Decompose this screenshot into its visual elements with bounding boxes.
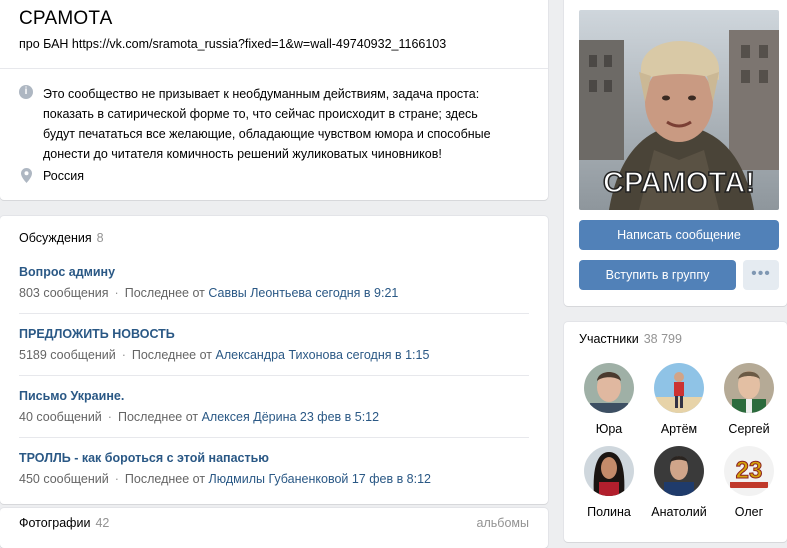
- more-actions-button[interactable]: •••: [743, 260, 779, 290]
- topic-last-prefix: Последнее от: [124, 472, 206, 486]
- group-description: Это сообщество не призывает к необдуманн…: [43, 84, 533, 164]
- divider: [19, 437, 529, 438]
- group-info-card: СРАМОТА про БАН https://vk.com/sramota_r…: [0, 0, 548, 200]
- member-item[interactable]: Артём: [645, 363, 713, 436]
- avatar[interactable]: [724, 363, 774, 413]
- topic-count[interactable]: 40 сообщений: [19, 410, 102, 424]
- members-card: Участники 38 799 Юра Артём Сергей Полина …: [564, 322, 787, 542]
- topic-item: Письмо Украине. 40 сообщений · Последнее о…: [19, 389, 529, 424]
- photos-card: Фотографии 42 альбомы: [0, 508, 548, 548]
- members-header[interactable]: Участники 38 799: [579, 332, 682, 346]
- group-status: про БАН https://vk.com/sramota_russia?fi…: [19, 37, 447, 51]
- topic-count[interactable]: 5189 сообщений: [19, 348, 116, 362]
- divider: [19, 375, 529, 376]
- topic-item: ТРОЛЛЬ - как бороться с этой напастью 45…: [19, 451, 529, 486]
- topic-last-author[interactable]: Людмилы Губаненковой 17 фев в 8:12: [209, 472, 431, 486]
- photos-count: 42: [95, 516, 110, 530]
- description-line: донести до читателя комичность решений ж…: [43, 147, 442, 161]
- description-line: будут печататься все желающие, обладающи…: [43, 127, 491, 141]
- member-name[interactable]: Артём: [645, 422, 713, 436]
- topic-title[interactable]: Вопрос админу: [19, 265, 529, 279]
- avatar[interactable]: [584, 446, 634, 496]
- topic-title[interactable]: ПРЕДЛОЖИТЬ НОВОСТЬ: [19, 327, 529, 341]
- member-item[interactable]: Анатолий: [645, 446, 713, 519]
- member-name[interactable]: Юра: [575, 422, 643, 436]
- description-line: показать в сатирической форме то, что се…: [43, 107, 478, 121]
- group-location: Россия: [43, 169, 84, 183]
- avatar-badge-text: 23: [736, 457, 763, 484]
- topic-title[interactable]: ТРОЛЛЬ - как бороться с этой напастью: [19, 451, 529, 465]
- topic-last-author[interactable]: Саввы Леонтьева сегодня в 9:21: [208, 286, 398, 300]
- photos-albums-link[interactable]: альбомы: [477, 516, 529, 530]
- member-item[interactable]: Сергей: [715, 363, 783, 436]
- divider: [0, 68, 548, 69]
- avatar[interactable]: [584, 363, 634, 413]
- member-item[interactable]: 23 Олег: [715, 446, 783, 519]
- group-cover-image[interactable]: СРАМОТА!: [579, 10, 779, 210]
- topic-last-prefix: Последнее от: [131, 348, 213, 362]
- member-item[interactable]: Юра: [575, 363, 643, 436]
- divider: [19, 313, 529, 314]
- avatar[interactable]: [654, 363, 704, 413]
- member-name[interactable]: Олег: [715, 505, 783, 519]
- group-title: СРАМОТА: [19, 8, 113, 29]
- info-icon: i: [19, 85, 33, 99]
- member-name[interactable]: Полина: [575, 505, 643, 519]
- description-line: Это сообщество не призывает к необдуманн…: [43, 87, 480, 101]
- members-count: 38 799: [643, 332, 682, 346]
- join-group-button[interactable]: Вступить в группу: [579, 260, 736, 290]
- photos-header[interactable]: Фотографии 42: [19, 516, 109, 530]
- member-name[interactable]: Сергей: [715, 422, 783, 436]
- member-name[interactable]: Анатолий: [645, 505, 713, 519]
- topic-item: Вопрос админу 803 сообщения · Последнее от…: [19, 265, 529, 300]
- topic-last-prefix: Последнее от: [124, 286, 205, 300]
- group-side-card: СРАМОТА! Написать сообщение Вступить в г…: [564, 0, 787, 306]
- photos-label[interactable]: Фотографии: [19, 516, 90, 530]
- topic-count[interactable]: 803 сообщения: [19, 286, 109, 300]
- topic-last-author[interactable]: Александра Тихонова сегодня в 1:15: [216, 348, 430, 362]
- topic-item: ПРЕДЛОЖИТЬ НОВОСТЬ 5189 сообщений · Послед…: [19, 327, 529, 362]
- avatar[interactable]: [654, 446, 704, 496]
- discussions-card: Обсуждения 8 Вопрос админу 803 сообщения ·…: [0, 216, 548, 504]
- topic-last-prefix: Последнее от: [117, 410, 199, 424]
- topic-last-author[interactable]: Алексея Дёрина 23 фев в 5:12: [202, 410, 379, 424]
- discussions-label[interactable]: Обсуждения: [19, 231, 92, 245]
- cover-caption: СРАМОТА!: [603, 167, 755, 199]
- map-pin-icon: [21, 168, 32, 183]
- topic-count[interactable]: 450 сообщений: [19, 472, 109, 486]
- member-item[interactable]: Полина: [575, 446, 643, 519]
- members-label[interactable]: Участники: [579, 332, 639, 346]
- cover-photo: СРАМОТА!: [579, 10, 779, 210]
- avatar[interactable]: 23: [724, 446, 774, 496]
- discussions-count: 8: [96, 231, 104, 245]
- send-message-button[interactable]: Написать сообщение: [579, 220, 779, 250]
- discussions-header[interactable]: Обсуждения 8: [19, 231, 104, 245]
- topic-title[interactable]: Письмо Украине.: [19, 389, 529, 403]
